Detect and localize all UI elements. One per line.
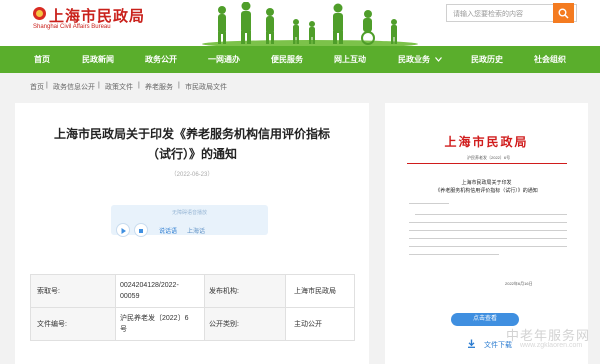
stop-icon	[139, 229, 143, 233]
nav-item-gov-affairs[interactable]: 政务公开	[145, 46, 177, 73]
watermark-url: www.zgklaoren.com	[520, 342, 583, 349]
info-value: 沪民养老发〔2022〕6 号	[115, 307, 205, 341]
doc-text-line	[409, 254, 499, 255]
doc-text-line	[409, 238, 567, 239]
doc-title-line1: 上海市民政局关于印发	[461, 180, 512, 186]
breadcrumb-sep-icon: |	[138, 82, 140, 89]
doc-text-line	[409, 222, 567, 223]
search-icon	[558, 8, 569, 19]
doc-red-header: 上海市民政局	[444, 135, 529, 149]
doc-text-line	[415, 214, 567, 215]
emblem-icon	[33, 7, 46, 20]
breadcrumb-sep-icon: |	[98, 82, 100, 89]
logo-title: 上海市民政局	[49, 8, 146, 25]
search-button[interactable]	[553, 3, 574, 23]
site-header: 上海市民政局 Shanghai Civil Affairs Bureau 请输入…	[0, 0, 600, 46]
nav-item-history[interactable]: 民政历史	[471, 46, 503, 73]
nav-item-business-label: 民政业务	[398, 55, 430, 64]
info-label: 索取号:	[30, 274, 116, 308]
doc-text-line	[409, 230, 567, 231]
breadcrumb-sep-icon: |	[178, 82, 180, 89]
nav-item-social-org[interactable]: 社会组织	[534, 46, 566, 73]
download-icon	[468, 339, 475, 348]
play-button[interactable]	[116, 223, 130, 237]
info-value-line: 00059	[120, 293, 140, 300]
stop-button[interactable]	[134, 223, 148, 237]
document-info-table: 索取号: 0024204128/2022- 00059 发布机构: 上海市民政局…	[30, 274, 355, 341]
table-row: 索取号: 0024204128/2022- 00059 发布机构: 上海市民政局	[30, 274, 355, 308]
doc-date: 2022年6月16日	[505, 281, 533, 286]
breadcrumb-policy[interactable]: 政策文件	[105, 82, 133, 92]
info-label: 文件编号:	[30, 307, 116, 341]
player-read-option[interactable]: 说话语	[159, 226, 177, 235]
nav-item-online-service[interactable]: 一网通办	[208, 46, 240, 73]
chevron-down-icon	[435, 57, 443, 62]
info-value-line: 号	[120, 326, 127, 333]
breadcrumb: 首页 | 政务信息公开 | 政策文件 | 养老服务 | 市民政局文件	[0, 82, 600, 96]
article-title-line2: （试行）》的通知	[146, 147, 237, 161]
logo-subtitle: Shanghai Civil Affairs Bureau	[33, 24, 111, 30]
info-value: 主动公开	[285, 307, 355, 341]
info-value-line: 沪民养老发〔2022〕6	[120, 315, 189, 322]
doc-text-line	[409, 246, 567, 247]
doc-number: 沪民养老发〔2022〕6号	[467, 155, 511, 160]
nav-item-news[interactable]: 民政新闻	[82, 46, 114, 73]
info-value: 上海市民政局	[285, 274, 355, 308]
player-caption: 无障碍语音播放	[171, 210, 207, 216]
doc-red-divider	[407, 163, 567, 164]
breadcrumb-home[interactable]: 首页	[30, 82, 44, 92]
table-row: 文件编号: 沪民养老发〔2022〕6 号 公开类别: 主动公开	[30, 307, 355, 341]
nav-item-business[interactable]: 民政业务	[398, 46, 443, 73]
main-nav: 首页 民政新闻 政务公开 一网通办 便民服务 网上互动 民政业务 民政历史 社会…	[0, 46, 600, 73]
article-title-line1: 上海市民政局关于印发《养老服务机构信用评价指标	[53, 127, 330, 141]
doc-text-line	[409, 203, 449, 204]
nav-item-convenience[interactable]: 便民服务	[271, 46, 303, 73]
publish-date: （2022-06-23）	[170, 172, 214, 178]
info-value-line: 0024204128/2022-	[120, 282, 179, 289]
article-panel: 上海市民政局关于印发《养老服务机构信用评价指标 （试行）》的通知 （2022-0…	[15, 103, 369, 364]
breadcrumb-gov-info[interactable]: 政务信息公开	[53, 82, 95, 92]
play-icon	[121, 228, 126, 234]
info-label: 发布机构:	[204, 274, 286, 308]
breadcrumb-sep-icon: |	[46, 82, 48, 89]
player-dialect-option[interactable]: 上海话	[187, 226, 205, 235]
info-label: 公开类别:	[204, 307, 286, 341]
info-value: 0024204128/2022- 00059	[115, 274, 205, 308]
nav-item-home[interactable]: 首页	[34, 46, 50, 73]
family-banner-illustration	[202, 2, 418, 46]
breadcrumb-elderly[interactable]: 养老服务	[145, 82, 173, 92]
nav-item-interaction[interactable]: 网上互动	[334, 46, 366, 73]
doc-title-line2: 《养老服务机构信用评价指标（试行）》的通知	[435, 188, 538, 194]
breadcrumb-bureau-docs[interactable]: 市民政局文件	[185, 82, 227, 92]
